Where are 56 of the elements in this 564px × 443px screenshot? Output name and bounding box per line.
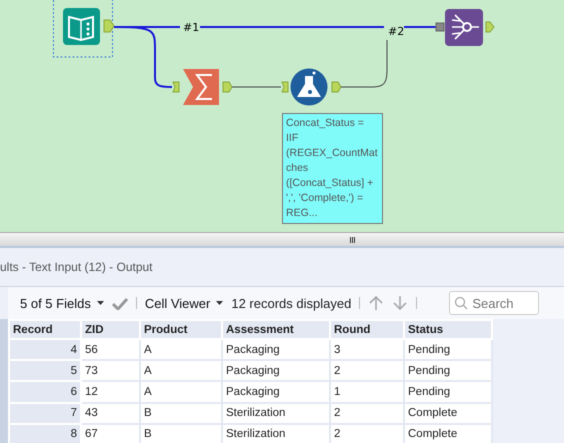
fields-dropdown[interactable]: 5 of 5 Fields (20, 296, 91, 310)
text-input-tool-icon[interactable] (63, 8, 100, 45)
record-number: 6 (9, 381, 81, 403)
formula-annotation: Concat_Status = IIF (REGEX_CountMatches ([Concat_Status] + ',', 'Complete,') = REG... (282, 113, 383, 224)
table-cell: 3 (330, 339, 404, 360)
connection-label: #2 (388, 25, 404, 38)
selection-outline (53, 0, 113, 58)
table-cell: A (140, 360, 222, 382)
connection-line (340, 40, 388, 88)
union-tool-icon[interactable] (445, 9, 483, 46)
grip-icon[interactable] (350, 236, 354, 242)
table-cell: Complete (404, 402, 492, 424)
table-cell: Sterilization (222, 402, 330, 424)
table-cell: 56 (81, 339, 140, 360)
column-header[interactable]: Assessment (222, 320, 330, 339)
table-cell: Packaging (222, 360, 330, 382)
table-cell: Pending (404, 381, 492, 403)
record-number: 8 (9, 424, 81, 443)
connection-line (404, 26, 436, 28)
column-header[interactable]: Status (404, 320, 492, 339)
output-anchor-icon[interactable] (486, 22, 495, 32)
table-cell: 1 (330, 381, 404, 403)
checkmark-icon[interactable] (112, 296, 128, 310)
input-anchor-icon[interactable] (172, 82, 180, 92)
table-cell: Packaging (222, 339, 330, 360)
cell-viewer-dropdown[interactable]: Cell Viewer (144, 296, 210, 310)
table-cell: A (140, 339, 222, 360)
caret-icon[interactable] (216, 301, 224, 305)
record-number: 7 (9, 402, 81, 424)
table-cell: 12 (81, 381, 140, 403)
column-header[interactable]: Record (9, 320, 81, 339)
record-number: 5 (9, 360, 81, 382)
arrow-down-icon[interactable] (392, 295, 408, 311)
output-anchor-icon[interactable] (222, 82, 233, 92)
column-header[interactable]: Product (140, 320, 222, 339)
table-cell: A (140, 381, 222, 403)
table-cell: Packaging (222, 381, 330, 403)
records-count: 12 records displayed (231, 296, 352, 310)
connection-line (232, 86, 282, 88)
input-anchor-icon[interactable] (281, 82, 288, 92)
summarize-tool-icon[interactable] (183, 69, 219, 105)
output-anchor-icon[interactable] (332, 82, 342, 92)
search-field[interactable]: Search (449, 291, 540, 315)
formula-tool-icon[interactable] (290, 68, 328, 106)
record-number: 4 (9, 339, 81, 360)
connection-label: #1 (183, 21, 200, 34)
table-cell: 2 (330, 360, 404, 382)
arrow-up-icon[interactable] (368, 295, 384, 311)
table-cell: 73 (81, 360, 140, 382)
table-cell: Pending (404, 360, 492, 382)
column-header[interactable]: Round (330, 320, 404, 339)
column-header[interactable]: ZID (81, 320, 140, 339)
output-anchor-icon[interactable] (104, 20, 115, 32)
caret-icon[interactable] (96, 301, 104, 305)
table-cell: Pending (404, 339, 492, 360)
join-input-anchor-icon[interactable] (436, 22, 444, 32)
